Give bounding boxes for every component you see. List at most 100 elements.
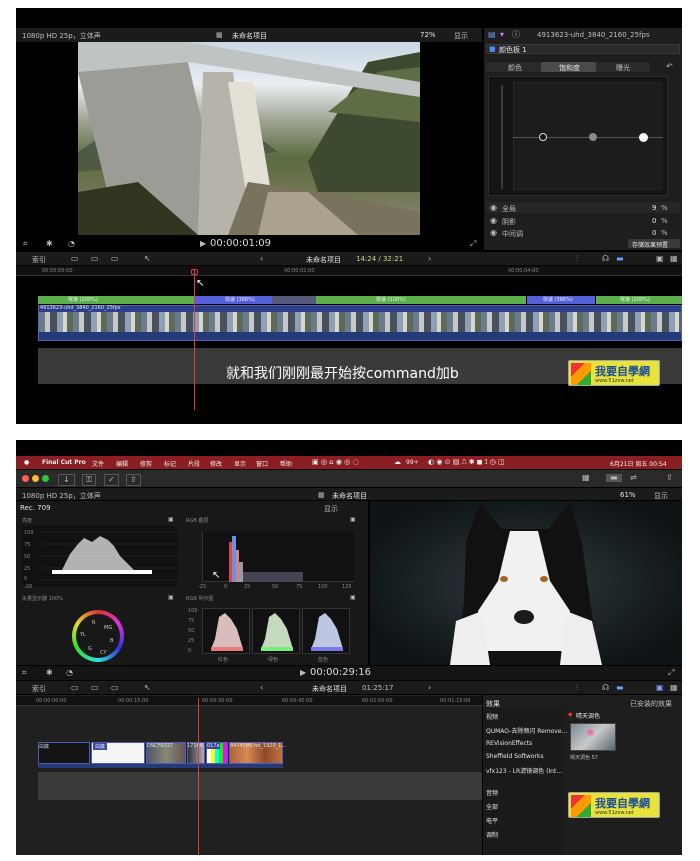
- viewer-display-menu[interactable]: 显示: [654, 491, 668, 501]
- puck-shadows[interactable]: [539, 133, 547, 141]
- forward-icon[interactable]: ›: [428, 255, 431, 263]
- window-minimize-button[interactable]: [32, 475, 39, 482]
- browser-view-icon[interactable]: ▬: [606, 474, 622, 482]
- effects-browser-icon[interactable]: ▦: [670, 684, 678, 692]
- audio-skimming-icon[interactable]: ⫶: [576, 255, 578, 263]
- keyword-icon[interactable]: ⚿: [82, 474, 97, 486]
- effects-category-audio[interactable]: 音频: [486, 788, 498, 797]
- speed-segment-normal-1[interactable]: 常速 (100%): [38, 296, 194, 304]
- back-icon[interactable]: ‹: [260, 684, 263, 692]
- library-view-icon[interactable]: ▦: [582, 474, 590, 482]
- speed-segment-normal-2[interactable]: 常速 (100%): [316, 296, 526, 304]
- window-zoom-button[interactable]: [42, 475, 49, 482]
- timeline-options-icon[interactable]: ▣: [656, 255, 664, 263]
- share-icon[interactable]: ⇪: [126, 474, 141, 486]
- timeline-index-button[interactable]: 索引: [32, 255, 46, 265]
- status-icons-right[interactable]: ◐ ◉ ⊙ ▤ ⎍ ✱ ◼ ⟟ ◷ ◫: [428, 458, 505, 467]
- speed-icon[interactable]: ◔: [68, 240, 75, 248]
- magic-wand-icon[interactable]: ✱: [46, 240, 53, 248]
- board-slider-track[interactable]: [501, 85, 503, 189]
- status-icons[interactable]: ▣ ◎ ⌂ ◉ ◎ ◌: [312, 458, 359, 466]
- timeline-ruler[interactable]: [16, 266, 682, 276]
- effects-category-all[interactable]: 全部: [486, 802, 498, 811]
- timeline-ruler[interactable]: [16, 696, 482, 706]
- timeline-project-name[interactable]: 未命名项目: [312, 684, 347, 694]
- effects-category-level[interactable]: 电平: [486, 816, 498, 825]
- clip-appearance-icon[interactable]: ▭: [71, 255, 79, 263]
- row-shadows-value[interactable]: 0: [652, 217, 656, 225]
- status-chat-icon[interactable]: ☁: [394, 458, 401, 466]
- vectorscope-settings-icon[interactable]: ▣: [168, 594, 174, 602]
- audio-skimming-icon[interactable]: ⫶: [576, 684, 578, 692]
- fullscreen-icon[interactable]: ⤢: [668, 669, 674, 677]
- menu-item-trim[interactable]: 修剪: [140, 459, 152, 468]
- effects-category-qumao[interactable]: QUMAO-去除频闪 Remove...: [486, 726, 567, 735]
- viewer-zoom[interactable]: 72%: [420, 31, 436, 39]
- snapping-icon[interactable]: ▬: [616, 255, 624, 263]
- select-tool-icon[interactable]: ↖: [144, 684, 151, 692]
- parade-settings-icon[interactable]: ▣: [350, 594, 356, 602]
- effects-preset-item[interactable]: 晴天调色 57: [570, 754, 598, 761]
- window-close-button[interactable]: [22, 475, 29, 482]
- menu-item-file[interactable]: 文件: [92, 459, 104, 468]
- menu-item-edit[interactable]: 编辑: [116, 459, 128, 468]
- export-icon[interactable]: ⇪: [666, 474, 673, 482]
- clip-appearance-icon[interactable]: ▭: [71, 684, 79, 692]
- effects-category-modulation[interactable]: 调制: [486, 830, 498, 839]
- saturation-board[interactable]: [488, 76, 668, 196]
- tab-exposure[interactable]: 曝光: [616, 63, 630, 73]
- reset-icon[interactable]: ↶: [666, 63, 673, 71]
- luma-settings-icon[interactable]: ▣: [168, 516, 174, 524]
- menu-item-clip[interactable]: 片段: [188, 459, 200, 468]
- back-icon[interactable]: ‹: [260, 255, 263, 263]
- import-icon[interactable]: ↓: [58, 474, 75, 486]
- tab-saturation[interactable]: 饱和度: [559, 63, 580, 73]
- info-icon[interactable]: ⓘ: [512, 31, 520, 39]
- snapping-icon[interactable]: ▬: [616, 684, 624, 692]
- color-board-check-icon[interactable]: ■: [489, 45, 496, 53]
- row-midtones-value[interactable]: 0: [652, 229, 656, 237]
- row-global-value[interactable]: 9: [652, 204, 656, 212]
- playhead[interactable]: [194, 270, 195, 410]
- forward-icon[interactable]: ›: [428, 684, 431, 692]
- background-tasks-icon[interactable]: ✓: [104, 474, 119, 486]
- effects-category-vfx123[interactable]: vfx123 - LR滤镜调色 (Int...: [486, 766, 562, 775]
- playhead-handle[interactable]: [191, 269, 198, 275]
- menu-app-name[interactable]: Final Cut Pro: [42, 459, 86, 466]
- menu-item-mark[interactable]: 标记: [164, 459, 176, 468]
- append-icon[interactable]: ▭: [91, 684, 99, 692]
- fullscreen-icon[interactable]: ⤢: [470, 240, 476, 248]
- speed-transition-1[interactable]: [272, 296, 316, 304]
- menu-item-help[interactable]: 帮助: [280, 459, 292, 468]
- effects-category-video[interactable]: 视频: [486, 712, 498, 721]
- puck-midtones[interactable]: [589, 133, 597, 141]
- headphones-icon[interactable]: ☊: [602, 684, 609, 692]
- puck-global[interactable]: [639, 133, 648, 142]
- rgb-overlay-settings-icon[interactable]: ▣: [350, 516, 356, 524]
- timeline-index-button[interactable]: 索引: [32, 684, 46, 694]
- crop-icon[interactable]: ⌗: [23, 240, 28, 248]
- append-icon[interactable]: ▭: [91, 255, 99, 263]
- magic-wand-icon[interactable]: ✱: [46, 669, 53, 677]
- overwrite-icon[interactable]: ▭: [111, 684, 119, 692]
- crop-icon[interactable]: ⌗: [22, 669, 27, 677]
- tab-color[interactable]: 颜色: [508, 63, 522, 73]
- inspector-toggle-icon[interactable]: ⇌: [630, 474, 637, 482]
- apple-icon[interactable]: ●: [24, 459, 29, 466]
- effects-installed-menu[interactable]: 已安装的效果: [630, 699, 672, 709]
- inspector-icon[interactable]: ▤: [488, 31, 496, 39]
- effects-category-revision[interactable]: REVisionEffects: [486, 740, 532, 747]
- effects-category-sheffield[interactable]: Sheffield Softworks: [486, 753, 544, 760]
- viewer-zoom[interactable]: 61%: [620, 491, 636, 499]
- menu-item-modify[interactable]: 修改: [210, 459, 222, 468]
- color-inspector-icon[interactable]: ▾: [500, 31, 504, 39]
- effects-browser-icon[interactable]: ▦: [670, 255, 678, 263]
- timeline-project-name[interactable]: 未命名项目: [306, 255, 341, 265]
- status-badge-count[interactable]: 99+: [406, 459, 419, 466]
- select-tool-icon[interactable]: ↖: [144, 255, 151, 263]
- headphones-icon[interactable]: ☊: [602, 255, 609, 263]
- play-icon[interactable]: ▶: [200, 240, 206, 248]
- speed-segment-normal-3[interactable]: 常速 (100%): [596, 296, 682, 304]
- viewer-display-menu[interactable]: 显示: [454, 31, 468, 41]
- timeline-options-icon[interactable]: ▣: [656, 684, 664, 692]
